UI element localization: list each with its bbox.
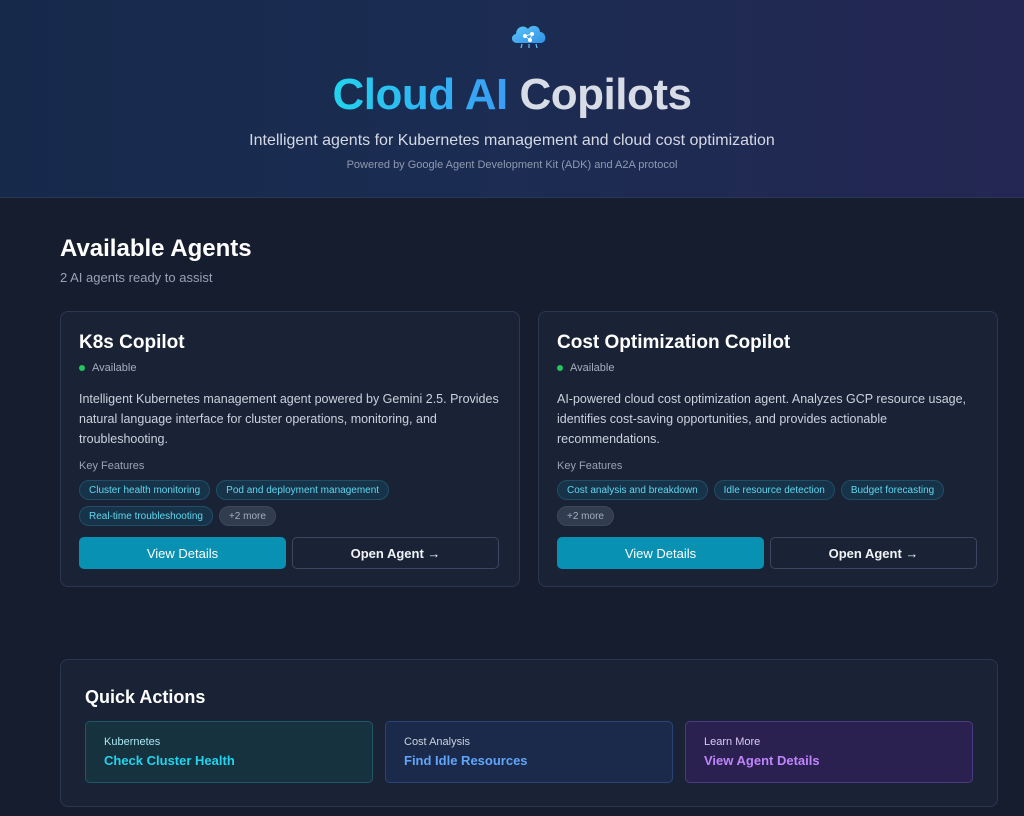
status-dot-icon	[557, 365, 563, 371]
feature-chip: Budget forecasting	[840, 480, 945, 500]
feature-chip: Cluster health monitoring	[79, 480, 211, 500]
agent-name: Cost Optimization Copilot	[557, 332, 791, 353]
quick-action-label: Check Cluster Health	[104, 753, 235, 768]
quick-action-view-agent-details[interactable]: Learn More View Agent Details	[685, 721, 973, 783]
quick-actions-title: Quick Actions	[85, 687, 206, 707]
title-highlight: Cloud AI	[332, 70, 509, 119]
feature-chips: Cost analysis and breakdown Idle resourc…	[557, 480, 987, 526]
features-label: Key Features	[79, 460, 145, 472]
quick-action-category: Cost Analysis	[404, 736, 471, 748]
quick-action-check-cluster-health[interactable]: Kubernetes Check Cluster Health	[85, 721, 373, 783]
more-features-chip[interactable]: +2 more	[557, 506, 614, 526]
feature-chip: Real-time troubleshooting	[79, 506, 213, 526]
quick-action-label: View Agent Details	[704, 753, 820, 768]
status-label: Available	[92, 362, 137, 374]
more-features-chip[interactable]: +2 more	[218, 506, 276, 526]
cloud-network-icon	[511, 25, 546, 49]
agent-card-k8s: K8s Copilot Available Intelligent Kubern…	[60, 311, 520, 587]
status-badge: Available	[79, 362, 136, 374]
agent-description: AI-powered cloud cost optimization agent…	[557, 392, 967, 446]
view-details-button[interactable]: View Details	[79, 537, 286, 569]
quick-action-label: Find Idle Resources	[404, 753, 528, 768]
feature-chip: Pod and deployment management	[216, 480, 390, 500]
agent-card-cost: Cost Optimization Copilot Available AI-p…	[538, 311, 998, 587]
agents-section-title: Available Agents	[60, 235, 252, 262]
agent-description: Intelligent Kubernetes management agent …	[79, 392, 499, 446]
agent-name: K8s Copilot	[79, 332, 185, 353]
open-agent-button[interactable]: Open Agent →	[292, 537, 499, 569]
status-dot-icon	[79, 365, 85, 371]
feature-chip: Idle resource detection	[713, 480, 835, 500]
status-label: Available	[570, 362, 615, 374]
features-label: Key Features	[557, 460, 623, 472]
view-details-button[interactable]: View Details	[557, 537, 764, 569]
powered-by-note: Powered by Google Agent Development Kit …	[346, 159, 678, 171]
page-title: Cloud AI Copilots	[0, 70, 1024, 120]
page-subtitle: Intelligent agents for Kubernetes manage…	[249, 132, 775, 149]
feature-chips: Cluster health monitoring Pod and deploy…	[79, 480, 509, 526]
status-badge: Available	[557, 362, 614, 374]
quick-action-category: Learn More	[704, 736, 761, 748]
quick-action-category: Kubernetes	[104, 736, 161, 748]
open-agent-button[interactable]: Open Agent →	[770, 537, 977, 569]
hero-header: Cloud AI Copilots Intelligent agents for…	[0, 0, 1024, 198]
quick-action-find-idle-resources[interactable]: Cost Analysis Find Idle Resources	[385, 721, 673, 783]
quick-actions-panel: Quick Actions Kubernetes Check Cluster H…	[60, 659, 998, 807]
title-rest: Copilots	[519, 70, 692, 119]
feature-chip: Cost analysis and breakdown	[557, 480, 708, 500]
agents-section-subtitle: 2 AI agents ready to assist	[60, 270, 213, 285]
